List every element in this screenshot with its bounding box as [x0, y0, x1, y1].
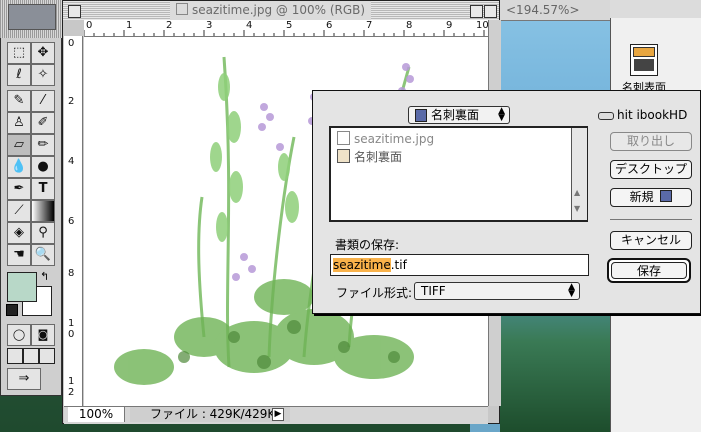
zoom-level[interactable]: 100% — [68, 407, 125, 422]
file-list-scrollbar[interactable]: ▲ ▼ — [571, 128, 587, 220]
marquee-tool-icon[interactable]: ⬚ — [7, 42, 31, 64]
move-tool-icon[interactable]: ✥ — [31, 42, 55, 64]
quick-mask-mode-icon[interactable]: ◙ — [31, 324, 55, 346]
status-menu-arrow-icon[interactable]: ▶ — [272, 408, 284, 421]
ruler-top-label: 5 — [286, 20, 293, 31]
ruler-top-label: 8 — [406, 20, 413, 31]
disk-name: hit ibookHD — [617, 108, 688, 122]
document-file-icon — [337, 149, 350, 163]
screen-mode-full-menu-icon[interactable] — [23, 348, 39, 364]
folder-popup-label: 名刺裏面 — [431, 108, 480, 122]
ruler-left-label: 1 2 — [68, 376, 75, 398]
zoom-tool-icon[interactable]: 🔍 — [31, 244, 55, 266]
eject-button[interactable]: 取り出し — [610, 132, 692, 151]
ruler-left-label: 0 — [68, 38, 75, 49]
desktop-button[interactable]: デスクトップ — [610, 160, 692, 179]
jump-to-imageready-icon[interactable]: ⇒ — [7, 368, 41, 390]
foreground-color-swatch[interactable] — [7, 272, 37, 302]
ruler-top-label: 2 — [166, 20, 173, 31]
ruler-left-label: 6 — [68, 216, 75, 227]
paint-bucket-tool-icon[interactable]: ◈ — [7, 222, 31, 244]
image-file-icon — [337, 131, 350, 145]
dodge-tool-icon[interactable]: ● — [31, 156, 55, 178]
new-folder-label: 新規 — [629, 190, 654, 204]
background-window-title: <194.57%> — [506, 3, 580, 17]
scroll-up-arrow-icon[interactable]: ▲ — [574, 188, 580, 197]
folder-popup[interactable]: 名刺裏面 ▲ ▼ — [408, 106, 510, 124]
format-label: ファイル形式: — [336, 286, 413, 300]
ruler-top-label: 1 — [126, 20, 133, 31]
gradient-tool-icon[interactable] — [31, 200, 55, 222]
file-size-info: ファイル : 429K/429K — [130, 407, 290, 422]
pencil-tool-icon[interactable]: ✏ — [31, 134, 55, 156]
eraser-tool-icon[interactable]: ▱ — [7, 134, 31, 156]
format-value: TIFF — [421, 284, 446, 298]
ruler-top-label: 4 — [246, 20, 253, 31]
file-list[interactable]: seazitime.jpg 名刺裏面 — [329, 126, 588, 222]
save-button-label: 保存 — [611, 262, 687, 279]
screen-mode-standard-icon[interactable] — [7, 348, 23, 364]
zoom-box-icon[interactable] — [470, 5, 483, 18]
eyedropper-tool-icon[interactable]: ⚲ — [31, 222, 55, 244]
dialog-separator — [610, 219, 692, 220]
ruler-left-label: 1 0 — [68, 318, 75, 340]
save-as-label: 書類の保存: — [335, 238, 400, 252]
airbrush-tool-icon[interactable]: ✎ — [7, 90, 31, 112]
lasso-tool-icon[interactable]: ℓ — [7, 64, 31, 86]
popup-arrows-icon: ▲ ▼ — [498, 106, 505, 123]
format-popup[interactable]: TIFF ▲ ▼ — [414, 282, 580, 300]
ruler-left-label: 8 — [68, 268, 75, 279]
paintbrush-tool-icon[interactable]: ⁄ — [31, 90, 55, 112]
ruler-top-label: 6 — [326, 20, 333, 31]
filename-extension: .tif — [390, 258, 407, 272]
measure-tool-icon[interactable]: ⟋ — [7, 200, 31, 222]
save-button[interactable]: 保存 — [607, 258, 691, 283]
ruler-vertical[interactable]: 0 2 4 6 8 1 0 1 2 — [64, 36, 83, 406]
ruler-horizontal[interactable]: 0 1 2 3 4 5 6 7 8 9 10 — [84, 20, 489, 37]
scroll-down-arrow-icon[interactable]: ▼ — [574, 204, 580, 213]
folder-icon — [415, 109, 427, 122]
list-item[interactable]: 名刺裏面 — [337, 148, 402, 166]
document-proxy-icon[interactable] — [176, 3, 188, 15]
ruler-top-label: 10 — [476, 20, 489, 31]
ruler-left-label: 2 — [68, 96, 75, 107]
filename-selection: seazitime — [333, 258, 391, 272]
list-item[interactable]: seazitime.jpg — [337, 130, 434, 148]
filename-input[interactable]: seazitime.tif — [330, 254, 589, 276]
hand-tool-icon[interactable]: ☚ — [7, 244, 31, 266]
close-box-icon[interactable] — [68, 5, 81, 18]
magic-wand-tool-icon[interactable]: ✧ — [31, 64, 55, 86]
disk-icon — [598, 112, 614, 120]
document-icon[interactable] — [630, 44, 658, 76]
cancel-button[interactable]: キャンセル — [610, 231, 692, 250]
collapse-box-icon[interactable] — [484, 5, 497, 18]
ruler-top-label: 9 — [446, 20, 453, 31]
history-brush-tool-icon[interactable]: ✐ — [31, 112, 55, 134]
new-folder-icon — [660, 190, 673, 202]
swap-colors-icon[interactable]: ↰ — [40, 270, 49, 283]
standard-mode-icon[interactable]: ◯ — [7, 324, 31, 346]
type-tool-icon[interactable]: T — [31, 178, 55, 200]
new-folder-button[interactable]: 新規 — [610, 188, 692, 207]
blur-tool-icon[interactable]: 💧 — [7, 156, 31, 178]
default-colors-icon[interactable] — [6, 304, 18, 316]
finder-strip — [610, 0, 701, 18]
ruler-top-label: 0 — [86, 20, 93, 31]
pen-tool-icon[interactable]: ✒ — [7, 178, 31, 200]
image-window-title: seazitime.jpg @ 100% (RGB) — [170, 1, 372, 20]
popup-arrows-icon: ▲ ▼ — [568, 282, 575, 299]
ruler-top-label: 3 — [206, 20, 213, 31]
photoshop-logo[interactable] — [8, 4, 56, 30]
ruler-top-label: 7 — [366, 20, 373, 31]
ruler-left-label: 4 — [68, 156, 75, 167]
rubber-stamp-tool-icon[interactable]: ♙ — [7, 112, 31, 134]
screen-mode-full-icon[interactable] — [39, 348, 55, 364]
